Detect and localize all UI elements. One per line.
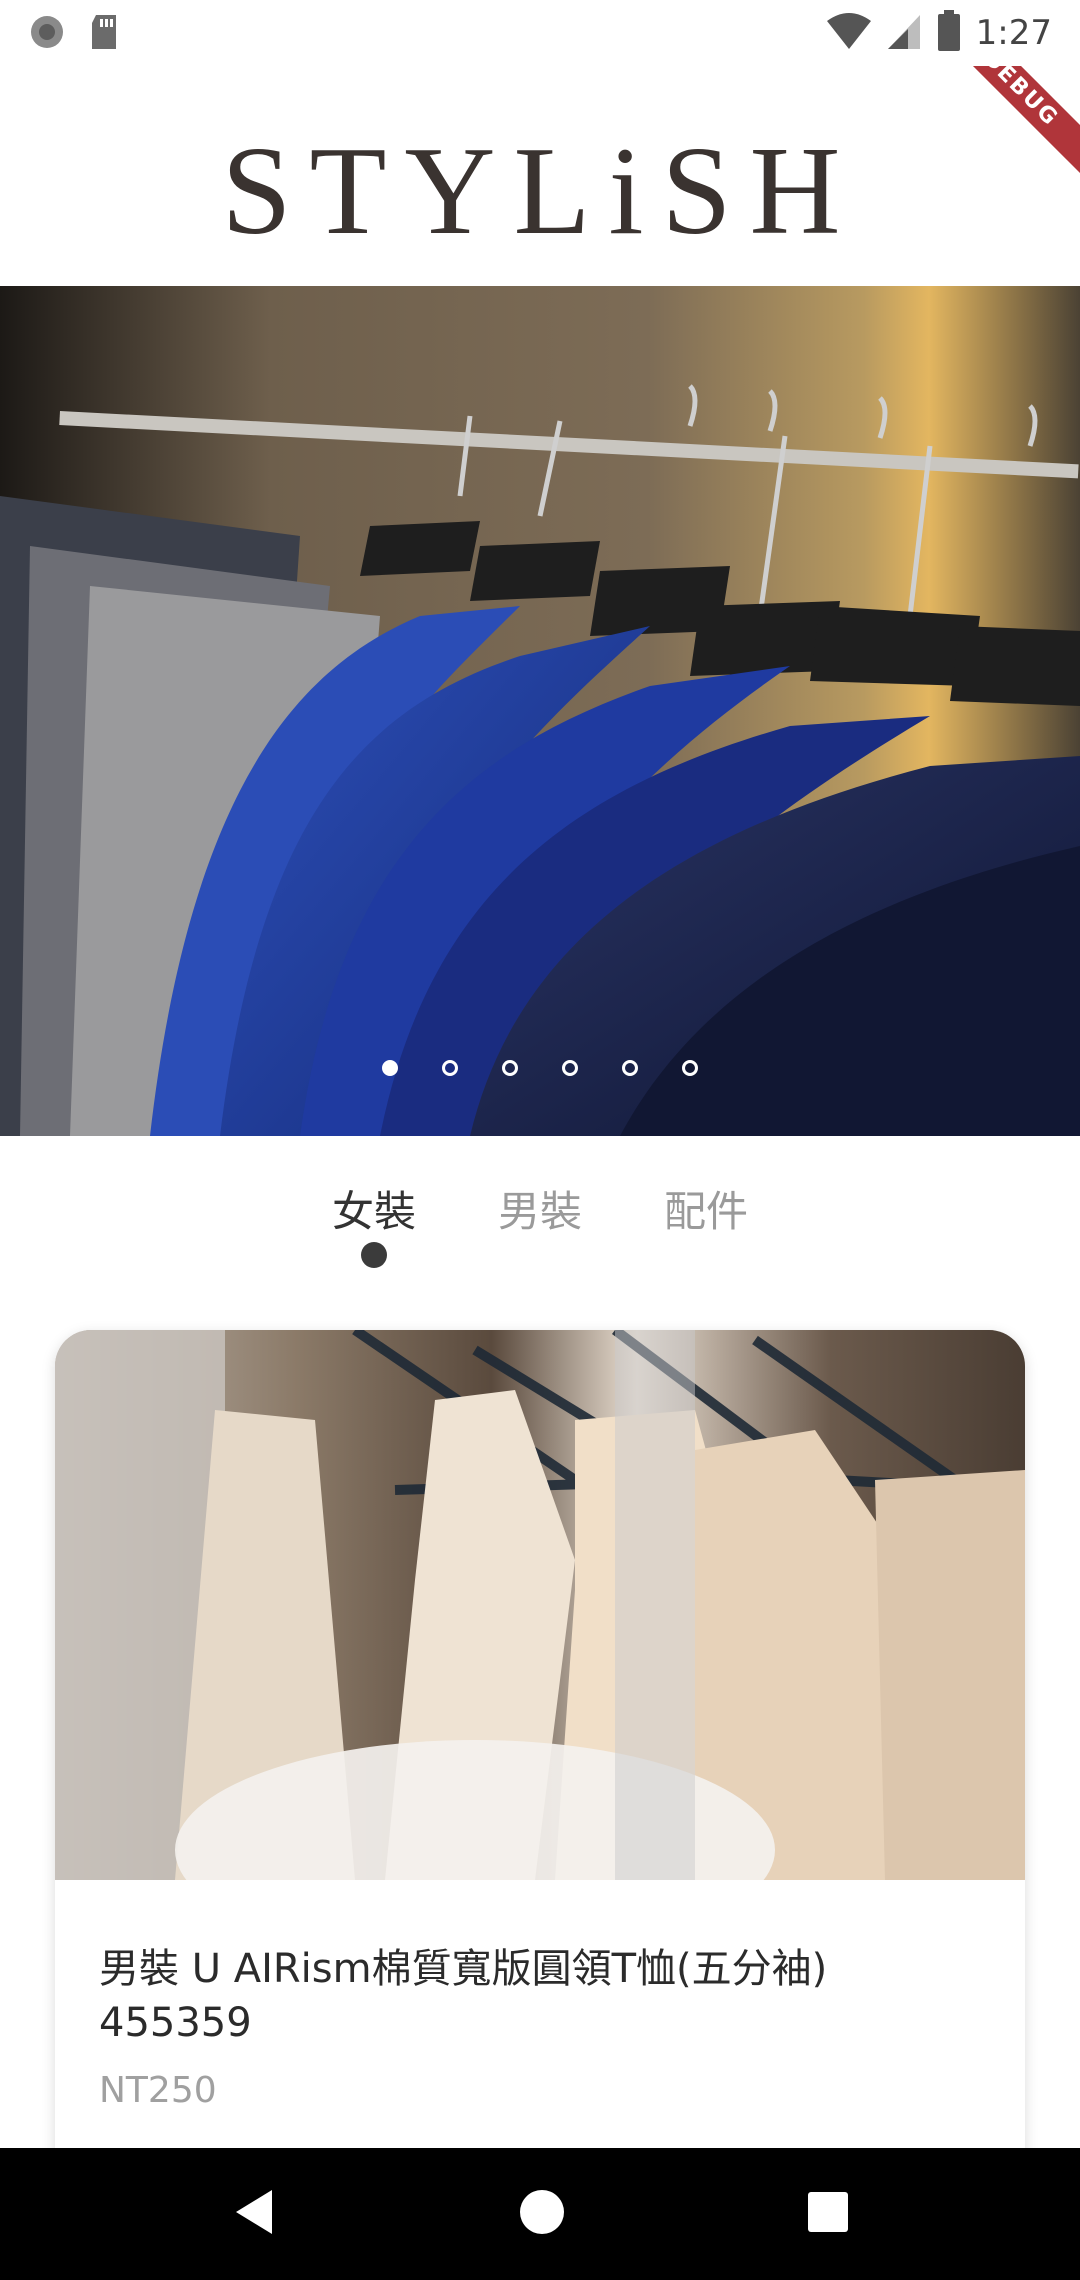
stylish-logo: STYLiSH (221, 122, 859, 261)
system-nav-bar (0, 2148, 1080, 2280)
sd-card-icon (88, 13, 120, 56)
category-tabs: 女裝 男裝 配件 (0, 1136, 1080, 1276)
carousel-dot[interactable] (622, 1060, 638, 1076)
battery-icon (936, 9, 962, 57)
tab-label: 女裝 (331, 1187, 416, 1236)
product-card[interactable]: 男裝 U AIRism棉質寬版圓領T恤(五分袖) 455359 NT250 (55, 1330, 1025, 2230)
product-price: NT250 (99, 2070, 217, 2111)
home-icon[interactable] (518, 2188, 566, 2241)
carousel-indicator[interactable] (0, 1060, 1080, 1076)
carousel-dot[interactable] (502, 1060, 518, 1076)
back-icon[interactable] (230, 2186, 278, 2243)
carousel-dot[interactable] (562, 1060, 578, 1076)
active-tab-indicator (360, 1242, 387, 1268)
hero-image (0, 286, 1080, 1136)
carousel-dot[interactable] (682, 1060, 698, 1076)
tab-label: 男裝 (497, 1187, 582, 1236)
wifi-icon (826, 11, 872, 56)
hero-banner[interactable] (0, 286, 1080, 1136)
status-bar: 1:27 (0, 0, 1080, 66)
product-info: 男裝 U AIRism棉質寬版圓領T恤(五分袖) 455359 NT250 (55, 1880, 1025, 2111)
carousel-dot[interactable] (442, 1060, 458, 1076)
tab-men[interactable]: 男裝 (498, 1136, 582, 1276)
tab-accessories[interactable]: 配件 (664, 1136, 748, 1276)
tab-women[interactable]: 女裝 (332, 1136, 416, 1276)
signal-icon (886, 11, 922, 56)
product-image (55, 1330, 1025, 1880)
clock-time: 1:27 (975, 13, 1052, 53)
carousel-dot[interactable] (382, 1060, 398, 1076)
tab-label: 配件 (664, 1187, 749, 1236)
notification-dot-icon (28, 13, 66, 56)
product-title: 男裝 U AIRism棉質寬版圓領T恤(五分袖) 455359 (99, 1946, 828, 2046)
app-header: STYLiSH DEBUG (0, 66, 1080, 286)
recents-icon[interactable] (806, 2190, 850, 2239)
